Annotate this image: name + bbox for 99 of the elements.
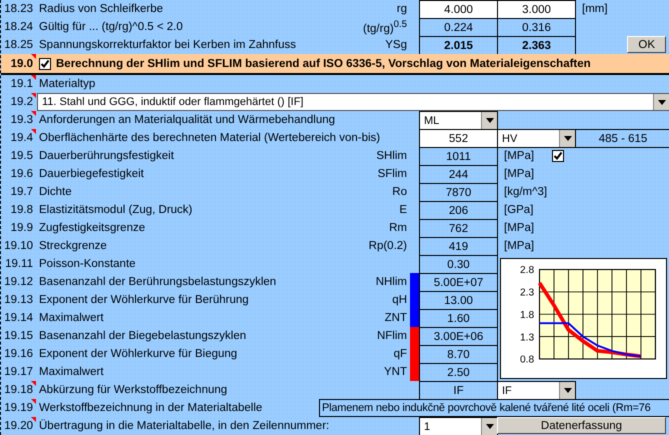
row-label: Dauerberührungsfestigkeit (39, 150, 174, 162)
unit-label: [GPa] (504, 204, 534, 216)
y-tick-label: 1.8 (520, 310, 534, 321)
symbol-label: NFlim (376, 330, 407, 342)
value-cell: 5.00E+07 (419, 273, 498, 292)
row-number: 19.17 (4, 366, 33, 378)
y-tick-label: 0.8 (520, 354, 534, 366)
row-number: 19.20 (4, 420, 33, 432)
value-cell: 206 (419, 201, 498, 220)
row-label: Maximalwert (39, 312, 104, 324)
value-cell: 419 (419, 237, 498, 256)
symbol-label: Rm (389, 222, 407, 234)
input-cell[interactable]: 3.000 (497, 0, 576, 19)
row-label: Werkstoffbezeichnung in der Materialtabelle (39, 402, 262, 414)
action-button[interactable]: Datenerfassung (497, 417, 666, 434)
row-number: 19.19 (4, 402, 33, 414)
dropdown[interactable]: 1 (419, 417, 498, 435)
row-label: Exponent der Wöhlerkurve für Berührung (39, 294, 249, 306)
symbol-label: ZNT (384, 312, 407, 324)
row-number: 18.25 (4, 39, 33, 51)
row-number: 19.12 (4, 276, 33, 288)
symbol-label: SFlim (378, 168, 407, 180)
y-tick-label: 1.3 (520, 332, 534, 344)
row-number: 19.0 (10, 58, 33, 70)
unit-label: [MPa] (504, 168, 534, 180)
input-cell[interactable]: 4.000 (419, 0, 498, 19)
row-number: 19.11 (5, 258, 33, 270)
unit-label: [MPa] (504, 240, 534, 252)
symbol-label: E (399, 204, 407, 216)
row-label: Materialtyp (39, 78, 96, 90)
section-title: Berechnung der SHlim und SFLIM basierend auf ISO 6336-5, Vorschlag von Materialeigenschaften (56, 58, 591, 70)
value-cell: 7870 (419, 183, 498, 202)
row-number: 18.24 (4, 21, 33, 33)
dropdown[interactable]: HV (497, 129, 576, 148)
symbol-label: SHlim (376, 150, 407, 162)
row-number: 19.13 (4, 294, 33, 306)
input-cell[interactable]: 552 (419, 129, 498, 148)
value-cell: 0.30 (419, 255, 498, 274)
row-label: Zugfestigkeitsgrenze (39, 222, 146, 234)
symbol-label: (tg/rg)$^{0.5}$ (363, 19, 407, 35)
row-label: Oberflächenhärte des berechneten Material (Wertebereich von-bis) (39, 132, 380, 144)
unit-label: [MPa] (504, 222, 534, 234)
dropdown[interactable]: ML (419, 111, 498, 130)
value-cell: 1.60 (419, 309, 498, 328)
unit-label: [mm] (582, 3, 608, 15)
symbol-label: YNT (384, 366, 407, 378)
value-cell: 3.00E+06 (419, 327, 498, 346)
row-number: 19.5 (10, 150, 33, 162)
row-label: Streckgrenze (39, 240, 107, 252)
material-type-dropdown[interactable]: 11. Stahl und GGG, induktif oder flammgehärtet () [IF] (37, 93, 669, 111)
row-number: 19.4 (10, 132, 33, 144)
row-number: 19.7 (10, 186, 33, 198)
row-number: 19.15 (4, 330, 33, 342)
row-label: Dauerbiegefestigkeit (39, 168, 144, 180)
row-label: Radius von Schleifkerbe (39, 3, 164, 15)
dropdown[interactable]: IF (497, 381, 576, 400)
action-button[interactable]: OK (627, 36, 666, 53)
value-cell: 762 (419, 219, 498, 238)
symbol-label: Ro (392, 186, 407, 198)
row-label: Exponent der Wöhlerkurve für Biegung (39, 348, 238, 360)
row-number: 19.9 (10, 222, 33, 234)
row-label: Übertragung in die Materialtabelle, in den Zeilennummer: (39, 420, 330, 432)
row-number: 19.10 (4, 240, 33, 252)
row-number: 19.18 (4, 384, 33, 396)
row-number: 19.2 (10, 96, 33, 108)
row-label: Poisson-Konstante (39, 258, 136, 270)
row-label: Spannungskorrekturfaktor bei Kerben im Zahnfuss (39, 39, 296, 51)
value-cell: 1011 (419, 147, 498, 166)
value-cell: 2.50 (419, 363, 498, 382)
row-label: Dichte (39, 186, 72, 198)
row-label: Maximalwert (39, 366, 104, 378)
value-cell: 485 - 615 (575, 129, 669, 148)
row-label: Basenanzahl der Biegebelastungszyklen (39, 330, 246, 342)
row-number: 19.1 (10, 78, 33, 90)
material-name-field[interactable]: Plamenem nebo indukčně povrchově kalené tvářené lité oceli (Rm=76 (319, 399, 669, 417)
symbol-label: qH (392, 294, 407, 306)
row-label: Gültig für ... (tg/rg)^0.5 < 2.0 (39, 21, 183, 33)
symbol-label: qF (394, 348, 407, 360)
symbol-label: NHlim (376, 276, 407, 288)
row-label: Elastizitätsmodul (Zug, Druck) (39, 204, 192, 216)
y-tick-label: 2.8 (520, 265, 534, 276)
row-label: Basenanzahl der Berührungsbelastungszyklen (39, 276, 276, 288)
symbol-label: YSg (385, 39, 407, 51)
row-number: 19.6 (10, 168, 33, 180)
value-cell: 8.70 (419, 345, 498, 364)
row-label: Anforderungen an Materialqualität und Wärmebehandlung (39, 114, 336, 126)
value-cell: 244 (419, 165, 498, 184)
unit-label: [MPa] (504, 150, 534, 162)
row-number: 18.23 (4, 3, 33, 15)
value-cell: 13.00 (419, 291, 498, 310)
row-label: Abkürzung für Werkstoffbezeichnung (39, 384, 228, 396)
row-number: 19.8 (10, 204, 33, 216)
row-number: 19.3 (10, 114, 33, 126)
symbol-label: Rp(0.2) (368, 240, 407, 252)
unit-label: [kg/m^3] (504, 186, 548, 198)
symbol-label: rg (396, 3, 407, 15)
y-tick-label: 2.3 (520, 288, 534, 299)
row-number: 19.14 (4, 312, 33, 324)
row-number: 19.16 (4, 348, 33, 360)
